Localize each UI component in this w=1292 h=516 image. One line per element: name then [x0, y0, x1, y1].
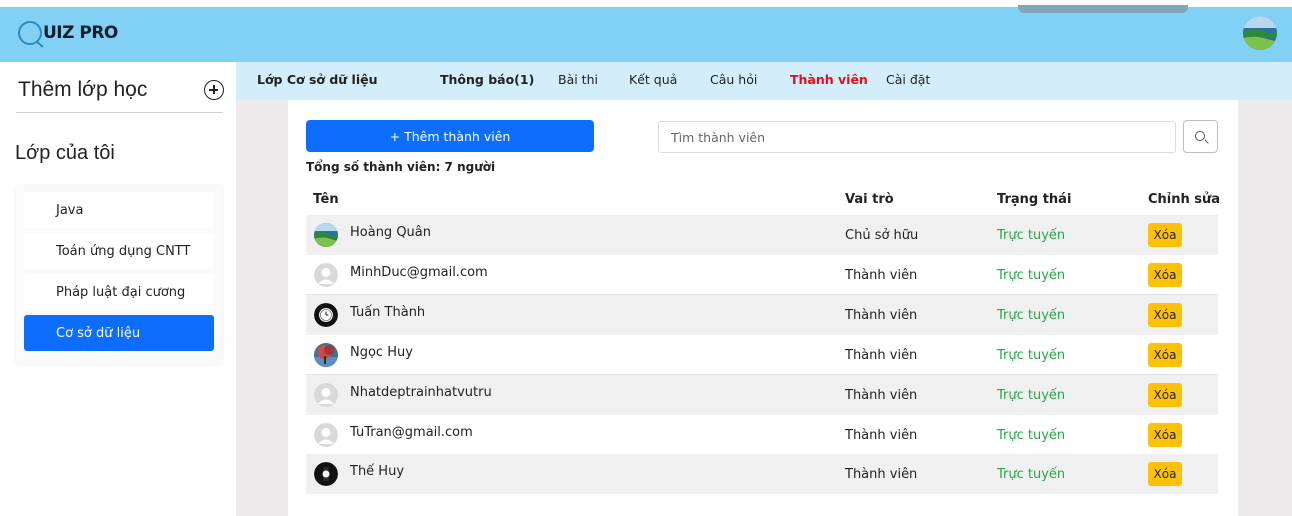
- table-row: Nhatdeptrainhatvutru Thành viên Trực tuy…: [306, 375, 1218, 415]
- member-role: Thành viên: [845, 428, 918, 443]
- class-tabs: Lớp Cơ sở dữ liệu Thông báo(1) Bài thi K…: [236, 62, 1292, 100]
- table-row: Ngọc Huy Thành viên Trực tuyến Xóa: [306, 335, 1218, 375]
- class-name-title: Lớp Cơ sở dữ liệu: [257, 72, 378, 87]
- table-row: Thế Huy Thành viên Trực tuyến Xóa: [306, 454, 1218, 494]
- add-class-label: Thêm lớp học: [18, 78, 148, 101]
- member-role: Thành viên: [845, 467, 918, 482]
- member-name: Hoàng Quân: [350, 225, 431, 240]
- table-row: MinhDuc@gmail.com Thành viên Trực tuyến …: [306, 255, 1218, 295]
- sidebar-item-law[interactable]: Pháp luật đại cương: [24, 274, 214, 310]
- member-name: Ngọc Huy: [350, 345, 413, 360]
- tab-exams[interactable]: Bài thi: [558, 72, 598, 87]
- delete-button[interactable]: Xóa: [1148, 263, 1182, 287]
- table-row: Tuấn Thành Thành viên Trực tuyến Xóa: [306, 295, 1218, 335]
- class-list: Java Toán ứng dụng CNTT Pháp luật đại cư…: [16, 186, 222, 364]
- logo-q-icon: [18, 21, 42, 45]
- top-bar-tab: [1018, 5, 1188, 13]
- member-count: Tổng số thành viên: 7 người: [306, 160, 496, 174]
- member-role: Thành viên: [845, 308, 918, 323]
- sidebar-item-java[interactable]: Java: [24, 192, 214, 228]
- my-classes-title: Lớp của tôi: [15, 142, 115, 164]
- member-status: Trực tuyến: [997, 308, 1066, 323]
- table-row: Hoàng Quân Chủ sở hữu Trực tuyến Xóa: [306, 215, 1218, 255]
- member-name: Tuấn Thành: [350, 305, 426, 320]
- member-status: Trực tuyến: [997, 228, 1066, 243]
- tab-notifications[interactable]: Thông báo(1): [440, 72, 534, 87]
- member-name: MinhDuc@gmail.com: [350, 265, 488, 280]
- member-status: Trực tuyến: [997, 428, 1066, 443]
- tab-members[interactable]: Thành viên: [790, 72, 868, 87]
- top-bar: UIZ PRO: [0, 0, 1292, 62]
- logo[interactable]: UIZ PRO: [18, 19, 118, 47]
- member-status: Trực tuyến: [997, 467, 1066, 482]
- default-avatar-icon: [314, 423, 338, 447]
- member-name: Thế Huy: [350, 464, 405, 479]
- tab-results[interactable]: Kết quả: [629, 72, 677, 87]
- member-name: TuTran@gmail.com: [350, 425, 473, 440]
- column-header-edit: Chỉnh sửa: [1148, 192, 1221, 207]
- search-icon: [1195, 131, 1205, 141]
- delete-button[interactable]: Xóa: [1148, 223, 1182, 247]
- sidebar-divider: [16, 112, 223, 113]
- dark-avatar: [314, 462, 338, 486]
- add-member-button[interactable]: + Thêm thành viên: [306, 120, 594, 152]
- member-role: Thành viên: [845, 388, 918, 403]
- tab-questions[interactable]: Câu hỏi: [710, 72, 757, 87]
- member-role: Thành viên: [845, 348, 918, 363]
- sidebar-item-database[interactable]: Cơ sở dữ liệu: [24, 315, 214, 351]
- user-avatar[interactable]: [1243, 16, 1277, 50]
- member-name: Nhatdeptrainhatvutru: [350, 385, 492, 400]
- delete-button[interactable]: Xóa: [1148, 383, 1182, 407]
- member-status: Trực tuyến: [997, 348, 1066, 363]
- column-header-status: Trạng thái: [997, 192, 1072, 207]
- sidebar-item-applied-math[interactable]: Toán ứng dụng CNTT: [24, 233, 214, 269]
- member-role: Thành viên: [845, 268, 918, 283]
- delete-button[interactable]: Xóa: [1148, 303, 1182, 327]
- default-avatar-icon: [314, 383, 338, 407]
- member-status: Trực tuyến: [997, 268, 1066, 283]
- member-status: Trực tuyến: [997, 388, 1066, 403]
- tab-settings[interactable]: Cài đặt: [886, 72, 930, 87]
- search-button[interactable]: [1183, 120, 1218, 153]
- delete-button[interactable]: Xóa: [1148, 343, 1182, 367]
- table-row: TuTran@gmail.com Thành viên Trực tuyến X…: [306, 415, 1218, 455]
- watch-avatar: [314, 303, 338, 327]
- landscape-avatar: [314, 223, 338, 247]
- delete-button[interactable]: Xóa: [1148, 423, 1182, 447]
- column-header-name: Tên: [313, 192, 339, 207]
- tree-avatar: [314, 343, 338, 367]
- add-class-row[interactable]: Thêm lớp học: [18, 72, 224, 108]
- column-header-role: Vai trò: [845, 192, 894, 207]
- delete-button[interactable]: Xóa: [1148, 462, 1182, 486]
- logo-text: UIZ PRO: [43, 23, 118, 43]
- add-class-plus-icon[interactable]: [204, 80, 224, 100]
- sidebar: Thêm lớp học Lớp của tôi Java Toán ứng d…: [0, 62, 236, 516]
- default-avatar-icon: [314, 263, 338, 287]
- search-member-input[interactable]: [658, 121, 1176, 153]
- member-role: Chủ sở hữu: [845, 228, 919, 243]
